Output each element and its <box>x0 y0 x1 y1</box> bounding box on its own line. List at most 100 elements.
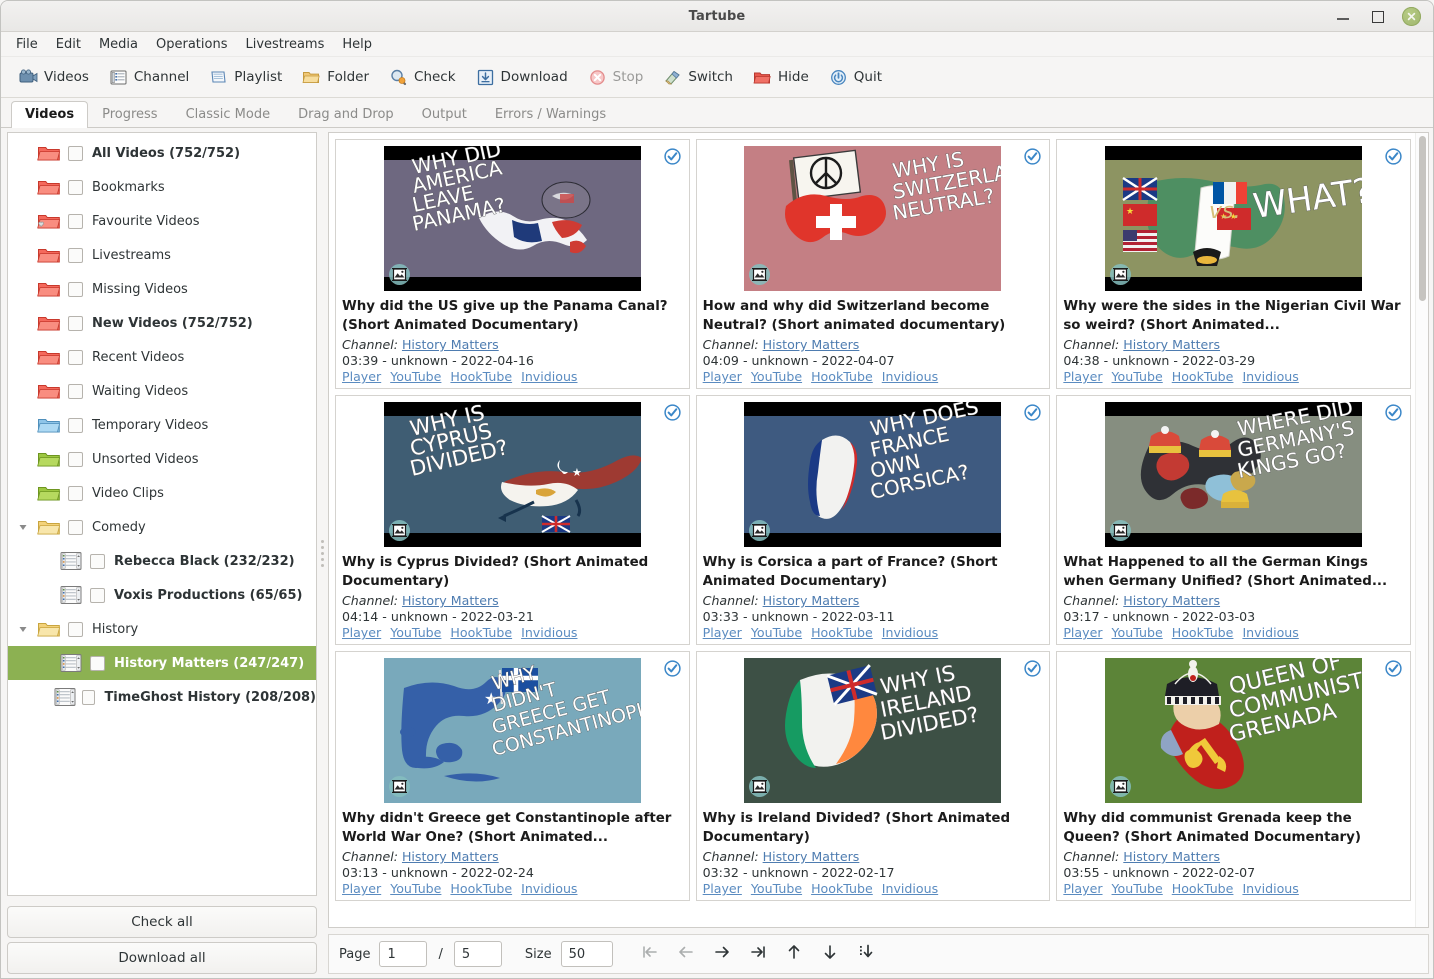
catalog-scrollbar-thumb[interactable] <box>1419 136 1426 302</box>
video-link-hooktube[interactable]: HookTube <box>450 369 512 384</box>
sidebar-item-checkbox[interactable] <box>68 383 83 399</box>
sidebar-item-checkbox[interactable] <box>68 451 83 467</box>
total-pages-input[interactable]: 5 <box>453 941 502 967</box>
sidebar-item[interactable]: New Videos (752/752) <box>8 306 316 340</box>
channel-link[interactable]: History Matters <box>402 593 499 608</box>
video-link-invidious[interactable]: Invidious <box>1242 369 1298 384</box>
video-link-player[interactable]: Player <box>703 625 742 640</box>
menu-livestreams[interactable]: Livestreams <box>236 35 333 54</box>
video-card[interactable]: WHY IS SWITZERLAND NEUTRAL? How and why did… <box>695 139 1051 390</box>
video-link-hooktube[interactable]: HookTube <box>1172 881 1234 896</box>
toolbar-download-button[interactable]: Download <box>466 64 578 91</box>
video-link-hooktube[interactable]: HookTube <box>811 881 873 896</box>
sidebar-item-checkbox[interactable] <box>68 213 83 229</box>
sidebar-item-checkbox[interactable] <box>81 689 96 705</box>
menu-edit[interactable]: Edit <box>47 35 90 54</box>
tab-classic-mode[interactable]: Classic Mode <box>172 101 285 128</box>
video-card[interactable]: WHY DOES FRANCE OWN CORSICA? Why is Corsica … <box>695 395 1051 646</box>
channel-link[interactable]: History Matters <box>402 849 499 864</box>
video-thumbnail[interactable]: WHY DID AMERICA LEAVE PANAMA? <box>383 146 641 291</box>
video-select-checkbox[interactable] <box>1024 404 1041 421</box>
sidebar-item-checkbox[interactable] <box>68 485 83 501</box>
previous-page-button[interactable] <box>676 944 696 964</box>
tab-errors-warnings[interactable]: Errors / Warnings <box>481 101 620 128</box>
sidebar-item[interactable]: History Matters (247/247) <box>8 646 316 680</box>
toolbar-hide-button[interactable]: Hide <box>743 64 819 91</box>
video-link-youtube[interactable]: YouTube <box>390 881 441 896</box>
toolbar-videos-button[interactable]: Videos <box>9 64 99 91</box>
toolbar-folder-button[interactable]: Folder <box>292 64 379 91</box>
channel-link[interactable]: History Matters <box>1123 593 1220 608</box>
video-link-invidious[interactable]: Invidious <box>882 625 938 640</box>
tab-drag-and-drop[interactable]: Drag and Drop <box>284 101 408 128</box>
video-thumbnail[interactable]: WHY IS SWITZERLAND NEUTRAL? <box>744 146 1002 291</box>
expander-triangle-icon[interactable] <box>12 522 34 532</box>
video-link-youtube[interactable]: YouTube <box>1112 369 1163 384</box>
video-link-player[interactable]: Player <box>342 625 381 640</box>
video-link-hooktube[interactable]: HookTube <box>450 881 512 896</box>
last-page-button[interactable] <box>748 944 768 964</box>
sidebar-item-checkbox[interactable] <box>68 349 83 365</box>
sidebar-item[interactable]: Livestreams <box>8 238 316 272</box>
video-thumbnail[interactable]: WHY DOES FRANCE OWN CORSICA? <box>744 402 1002 548</box>
scroll-up-button[interactable] <box>784 944 804 964</box>
sidebar-item-checkbox[interactable] <box>68 247 83 263</box>
video-link-hooktube[interactable]: HookTube <box>811 625 873 640</box>
sidebar-item-checkbox[interactable] <box>90 553 105 569</box>
toolbar-stop-button[interactable]: Stop <box>578 64 654 91</box>
menu-media[interactable]: Media <box>90 35 147 54</box>
first-page-button[interactable] <box>640 944 660 964</box>
sidebar-item[interactable]: Rebecca Black (232/232) <box>8 544 316 578</box>
video-link-player[interactable]: Player <box>703 369 742 384</box>
channel-link[interactable]: History Matters <box>763 337 860 352</box>
channel-link[interactable]: History Matters <box>763 849 860 864</box>
video-card[interactable]: WHY DID AMERICA LEAVE PANAMA? Why did the US… <box>335 139 690 390</box>
video-thumbnail[interactable]: WHERE DID GERMANY'S KINGS GO? <box>1105 402 1363 548</box>
video-link-hooktube[interactable]: HookTube <box>811 369 873 384</box>
tab-output[interactable]: Output <box>408 101 481 128</box>
toolbar-switch-button[interactable]: Switch <box>653 64 743 91</box>
catalog-scrollbar[interactable] <box>1415 133 1428 927</box>
sidebar-item[interactable]: Voxis Productions (65/65) <box>8 578 316 612</box>
video-select-checkbox[interactable] <box>664 660 681 677</box>
video-card[interactable]: ★ WHY IS CYPRUS DIVIDED? Why is Cyprus Divid… <box>335 395 690 646</box>
video-card[interactable]: WHERE DID GERMANY'S KINGS GO? What Happened… <box>1056 395 1411 646</box>
video-link-youtube[interactable]: YouTube <box>390 369 441 384</box>
video-select-checkbox[interactable] <box>1385 404 1402 421</box>
sidebar-item-checkbox[interactable] <box>90 587 105 603</box>
sidebar-item[interactable]: TimeGhost History (208/208) <box>8 680 316 714</box>
tab-progress[interactable]: Progress <box>88 101 171 128</box>
video-link-invidious[interactable]: Invidious <box>882 369 938 384</box>
jump-bottom-button[interactable] <box>856 944 876 964</box>
sidebar-item[interactable]: Favourite Videos <box>8 204 316 238</box>
video-link-invidious[interactable]: Invidious <box>1242 881 1298 896</box>
close-button[interactable] <box>1402 6 1421 26</box>
video-link-youtube[interactable]: YouTube <box>1112 881 1163 896</box>
video-link-invidious[interactable]: Invidious <box>521 369 577 384</box>
sidebar-item-checkbox[interactable] <box>68 621 83 637</box>
expander-triangle-icon[interactable] <box>12 624 34 634</box>
video-link-youtube[interactable]: YouTube <box>1112 625 1163 640</box>
video-link-player[interactable]: Player <box>1063 881 1102 896</box>
check-all-button[interactable]: Check all <box>7 906 317 938</box>
menu-file[interactable]: File <box>7 35 47 54</box>
sidebar-item[interactable]: Video Clips <box>8 476 316 510</box>
minimize-button[interactable] <box>1334 7 1352 25</box>
video-link-youtube[interactable]: YouTube <box>390 625 441 640</box>
toolbar-quit-button[interactable]: Quit <box>819 64 892 91</box>
sidebar-item-checkbox[interactable] <box>68 179 83 195</box>
sidebar-item-checkbox[interactable] <box>90 655 105 671</box>
sidebar-item[interactable]: Unsorted Videos <box>8 442 316 476</box>
toolbar-check-button[interactable]: Check <box>379 64 466 91</box>
video-card[interactable]: WHY IS IRELAND DIVIDED? Why is Ireland Divi… <box>695 651 1051 902</box>
next-page-button[interactable] <box>712 944 732 964</box>
video-link-youtube[interactable]: YouTube <box>751 369 802 384</box>
sidebar-item-checkbox[interactable] <box>68 281 83 297</box>
sidebar-item[interactable]: Missing Videos <box>8 272 316 306</box>
sidebar-item[interactable]: History <box>8 612 316 646</box>
download-all-button[interactable]: Download all <box>7 942 317 974</box>
video-link-invidious[interactable]: Invidious <box>1242 625 1298 640</box>
video-link-player[interactable]: Player <box>703 881 742 896</box>
video-card[interactable]: ★ ★ ★ vs. WHAT? Why were the sides in the Ni… <box>1056 139 1411 390</box>
page-size-input[interactable]: 50 <box>560 941 613 967</box>
